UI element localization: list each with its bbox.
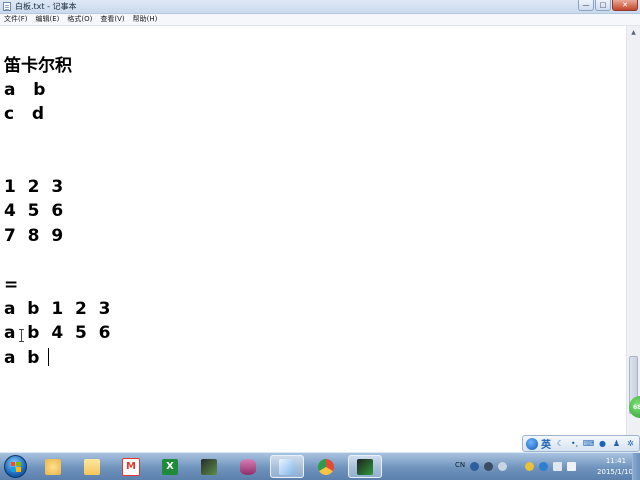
scroll-up-button[interactable]: ▲	[627, 26, 640, 38]
clock-time[interactable]: 11:41	[598, 457, 634, 466]
text-line: c d	[4, 104, 45, 124]
recycle-app-icon	[45, 458, 61, 475]
show-desktop-button[interactable]	[632, 453, 640, 480]
mic-icon[interactable]: ●	[596, 437, 609, 450]
text-editor[interactable]: 笛卡尔积 a b c d 1 2 3 4 5 6 7 8 9 = a b 1 2…	[0, 26, 626, 452]
notepad-icon	[279, 458, 295, 475]
start-button[interactable]	[4, 455, 27, 478]
windows-logo-icon	[10, 461, 21, 472]
title-bar: 白板.txt - 记事本 — □ ✕	[0, 0, 640, 14]
moon-icon[interactable]: ☾	[554, 437, 567, 450]
menu-edit[interactable]: 编辑(E)	[32, 14, 64, 25]
taskbar-database[interactable]	[231, 455, 265, 478]
taskbar-app-green[interactable]	[348, 455, 382, 478]
security-icon[interactable]	[539, 462, 548, 471]
taskbar-terminal[interactable]	[192, 455, 226, 478]
terminal-app-icon	[201, 458, 217, 475]
taskbar-explorer[interactable]	[75, 455, 109, 478]
maximize-button[interactable]: □	[595, 0, 611, 11]
notepad-app-icon[interactable]	[3, 2, 11, 11]
update-icon[interactable]	[525, 462, 534, 471]
taskbar: M X CN 11:41 2015/1/10	[0, 452, 640, 480]
ime-language-bar[interactable]: 英 ☾ •, ⌨ ● ♟ ✲	[522, 435, 640, 452]
ibeam-cursor-icon	[19, 329, 24, 342]
tools-icon[interactable]: ✲	[624, 437, 637, 450]
text-line: a b	[4, 348, 46, 368]
close-button[interactable]: ✕	[612, 0, 638, 11]
window-controls: — □ ✕	[577, 0, 638, 12]
text-line: =	[4, 275, 19, 295]
taskbar-app-1[interactable]	[36, 455, 70, 478]
text-line: a b 1 2 3	[4, 299, 111, 319]
taskbar-chrome[interactable]	[309, 455, 343, 478]
green-app-icon	[357, 458, 373, 475]
system-tray: CN 11:41 2015/1/10	[452, 453, 640, 480]
window-title: 白板.txt - 记事本	[15, 2, 77, 11]
menu-help[interactable]: 帮助(H)	[129, 14, 162, 25]
taskbar-app-m[interactable]: M	[114, 455, 148, 478]
help-icon[interactable]	[470, 462, 479, 471]
text-line: a b	[4, 80, 46, 100]
punctuation-icon[interactable]: •,	[568, 437, 581, 450]
taskbar-excel[interactable]: X	[153, 455, 187, 478]
flag-icon[interactable]	[498, 462, 507, 471]
menu-bar: 文件(F) 编辑(E) 格式(O) 查看(V) 帮助(H)	[0, 14, 640, 26]
network-icon[interactable]	[553, 462, 562, 471]
text-line: 4 5 6	[4, 201, 64, 221]
text-line: 7 8 9	[4, 226, 64, 246]
database-app-icon	[240, 458, 256, 475]
minimize-button[interactable]: —	[578, 0, 594, 11]
chrome-icon	[318, 458, 334, 475]
user-icon[interactable]: ♟	[610, 437, 623, 450]
text-line: 1 2 3	[4, 177, 64, 197]
vertical-scrollbar[interactable]: ▲ ▼	[626, 26, 640, 452]
folder-icon	[84, 458, 100, 475]
volume-icon[interactable]	[567, 462, 576, 471]
menu-format[interactable]: 格式(O)	[63, 14, 96, 25]
menu-view[interactable]: 查看(V)	[96, 14, 128, 25]
tray-language[interactable]: CN	[455, 461, 465, 469]
keyboard-icon[interactable]: ⌨	[582, 437, 595, 450]
excel-icon: X	[162, 458, 178, 475]
ime-logo-icon[interactable]	[525, 437, 538, 450]
taskbar-notepad[interactable]	[270, 455, 304, 478]
ime-language-toggle[interactable]: 英	[539, 437, 553, 451]
text-line: 笛卡尔积	[4, 56, 72, 76]
settings-icon[interactable]	[484, 462, 493, 471]
menu-file[interactable]: 文件(F)	[0, 14, 32, 25]
text-caret	[48, 348, 49, 366]
m-app-icon: M	[122, 457, 140, 476]
